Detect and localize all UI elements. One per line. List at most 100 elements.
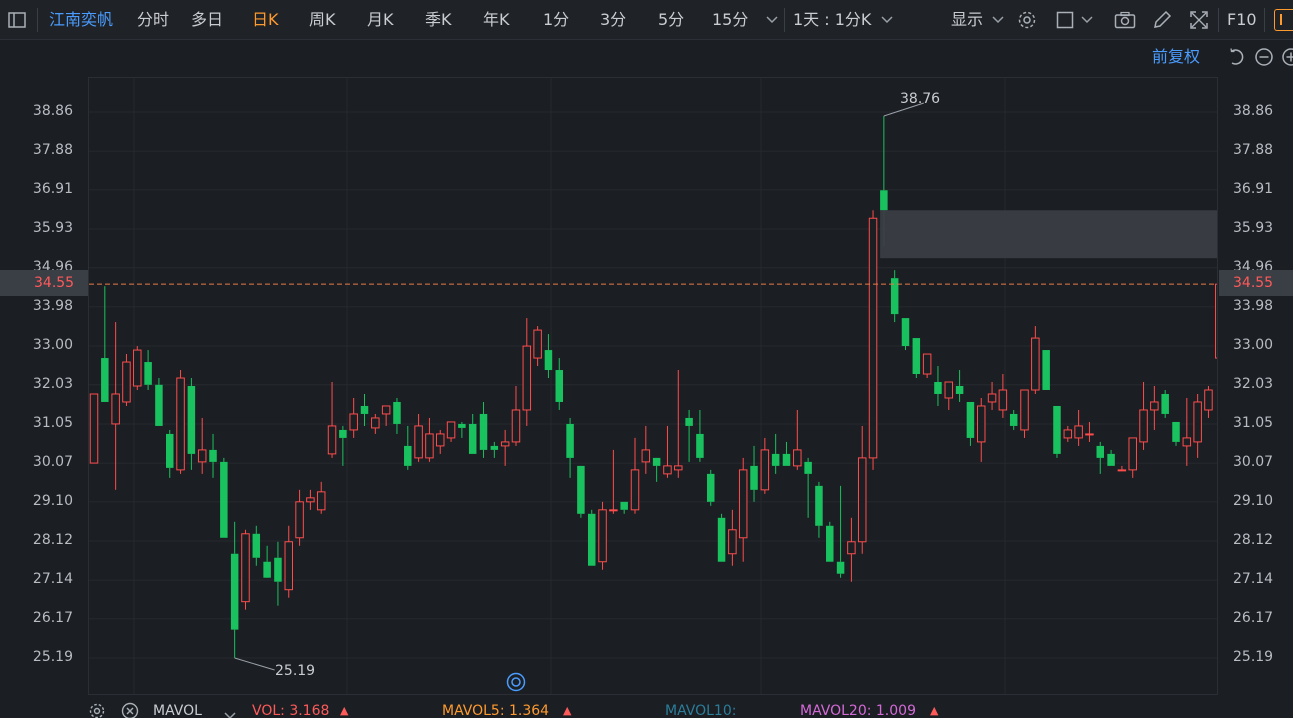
- candle-body-down: [782, 453, 791, 466]
- mavol10-value: MAVOL10:: [665, 703, 737, 718]
- tick-label: 38.86: [32, 103, 73, 119]
- toolbar-separator: [784, 8, 785, 32]
- chevron-down-icon[interactable]: [987, 9, 1009, 31]
- display-menu[interactable]: 显示: [951, 9, 983, 31]
- candle-body-down: [890, 278, 899, 315]
- candle-body-up: [1215, 283, 1217, 359]
- tick-label: 31.05: [1233, 415, 1274, 431]
- reset-icon[interactable]: [1226, 47, 1246, 67]
- candle-body-up: [176, 377, 185, 471]
- tab-period-10[interactable]: 15分: [712, 9, 748, 31]
- tick-label: 33.00: [1233, 337, 1274, 353]
- candlestick-chart[interactable]: [88, 77, 1218, 695]
- candlestick-svg: [89, 78, 1217, 694]
- candle-body-up: [1117, 469, 1127, 472]
- low-price-annotation: 25.19: [275, 663, 316, 679]
- candle-body-down: [1042, 350, 1050, 390]
- tab-period-5[interactable]: 季K: [425, 9, 452, 31]
- candle-body-up: [381, 405, 391, 415]
- candle-body-up: [1020, 389, 1029, 431]
- candle-body-up: [1074, 425, 1083, 439]
- tick-label: 26.17: [32, 610, 73, 626]
- tab-period-3[interactable]: 周K: [309, 9, 336, 31]
- candle-body-down: [458, 423, 466, 428]
- camera-icon[interactable]: [1114, 9, 1136, 31]
- tick-label: 29.10: [1233, 493, 1274, 509]
- candle-body-up: [944, 381, 954, 399]
- tick-label: 37.88: [1233, 142, 1274, 158]
- adjust-mode-button[interactable]: 前复权: [1152, 46, 1200, 68]
- tick-label: 37.88: [32, 142, 73, 158]
- stock-name[interactable]: 江南奕帆: [49, 9, 113, 31]
- tick-label: 27.14: [1233, 571, 1274, 587]
- current-price-tag-left: 34.55: [0, 270, 88, 296]
- tick-label: 32.03: [1233, 376, 1274, 392]
- candle-body-down: [587, 513, 596, 566]
- chevron-down-icon[interactable]: [224, 708, 236, 718]
- candle-body-up: [847, 541, 856, 555]
- candle-body-up: [425, 433, 434, 459]
- candle-body-up: [327, 425, 337, 455]
- candle-body-down: [165, 433, 174, 468]
- candle-body-up: [284, 541, 294, 591]
- tab-period-2[interactable]: 日K: [252, 9, 279, 31]
- interval-select[interactable]: 1天 : 1分K: [793, 9, 871, 31]
- tab-period-8[interactable]: 3分: [600, 9, 626, 31]
- checkbox-icon[interactable]: [1054, 9, 1076, 31]
- candle-body-up: [133, 349, 142, 387]
- tab-period-7[interactable]: 1分: [543, 9, 569, 31]
- tab-period-4[interactable]: 月K: [367, 9, 394, 31]
- gear-icon[interactable]: [1016, 9, 1038, 31]
- locate-icon[interactable]: [506, 672, 526, 692]
- candle-body-up: [1085, 433, 1094, 436]
- tab-period-9[interactable]: 5分: [658, 9, 684, 31]
- candle-body-up: [414, 425, 423, 459]
- candle-body-up: [111, 393, 120, 425]
- candle-body-down: [404, 445, 412, 466]
- candle-body-up: [89, 393, 99, 464]
- candle-body-down: [101, 358, 109, 402]
- tick-label: 32.03: [32, 376, 73, 392]
- candle-body-down: [252, 533, 261, 558]
- candle-body-up: [533, 329, 542, 359]
- pencil-icon[interactable]: [1151, 9, 1173, 31]
- tick-label: 36.91: [1233, 181, 1274, 197]
- tab-period-1[interactable]: 多日: [191, 9, 223, 31]
- sidebar-toggle-icon[interactable]: [6, 9, 28, 31]
- candle-body-up: [1150, 401, 1159, 411]
- candle-body-down: [479, 413, 488, 450]
- candle-body-up: [793, 449, 802, 467]
- candle-body-down: [490, 445, 499, 450]
- tick-label: 26.17: [1233, 610, 1274, 626]
- candle-body-down: [771, 453, 780, 466]
- candle-body-down: [880, 190, 888, 211]
- fullscreen-icon[interactable]: [1188, 9, 1210, 31]
- candle-body-down: [934, 382, 942, 394]
- vol-value: VOL: 3.168: [252, 703, 330, 718]
- close-icon[interactable]: [121, 702, 139, 718]
- candle-body-up: [349, 413, 358, 431]
- tab-period-6[interactable]: 年K: [483, 9, 510, 31]
- candle-body-up: [1182, 437, 1192, 447]
- tick-label: 33.98: [1233, 298, 1274, 314]
- chevron-down-icon[interactable]: [876, 9, 898, 31]
- candle-body-up: [674, 465, 683, 471]
- chevron-down-icon[interactable]: [1076, 9, 1098, 31]
- candle-body-up: [760, 449, 770, 491]
- candle-body-down: [230, 553, 239, 630]
- zoom-in-icon[interactable]: [1281, 47, 1293, 67]
- f10-button[interactable]: F10: [1227, 9, 1257, 31]
- toolbar-separator: [1218, 8, 1219, 32]
- zoom-out-icon[interactable]: [1254, 47, 1274, 67]
- indicator-select[interactable]: MAVOL: [153, 703, 202, 718]
- candle-body-down: [144, 362, 152, 385]
- up-triangle-icon: ▲: [930, 704, 939, 717]
- tick-label: 33.00: [32, 337, 73, 353]
- gear-icon[interactable]: [88, 702, 106, 718]
- panel-toggle-icon[interactable]: [1274, 9, 1293, 31]
- candle-body-up: [641, 449, 651, 463]
- price-axis-right: 38.86 37.88 36.91 35.93 34.96 33.98 33.0…: [1219, 77, 1293, 695]
- chevron-down-icon[interactable]: [761, 9, 783, 31]
- tab-period-0[interactable]: 分时: [137, 9, 169, 31]
- candle-body-down: [1107, 453, 1115, 466]
